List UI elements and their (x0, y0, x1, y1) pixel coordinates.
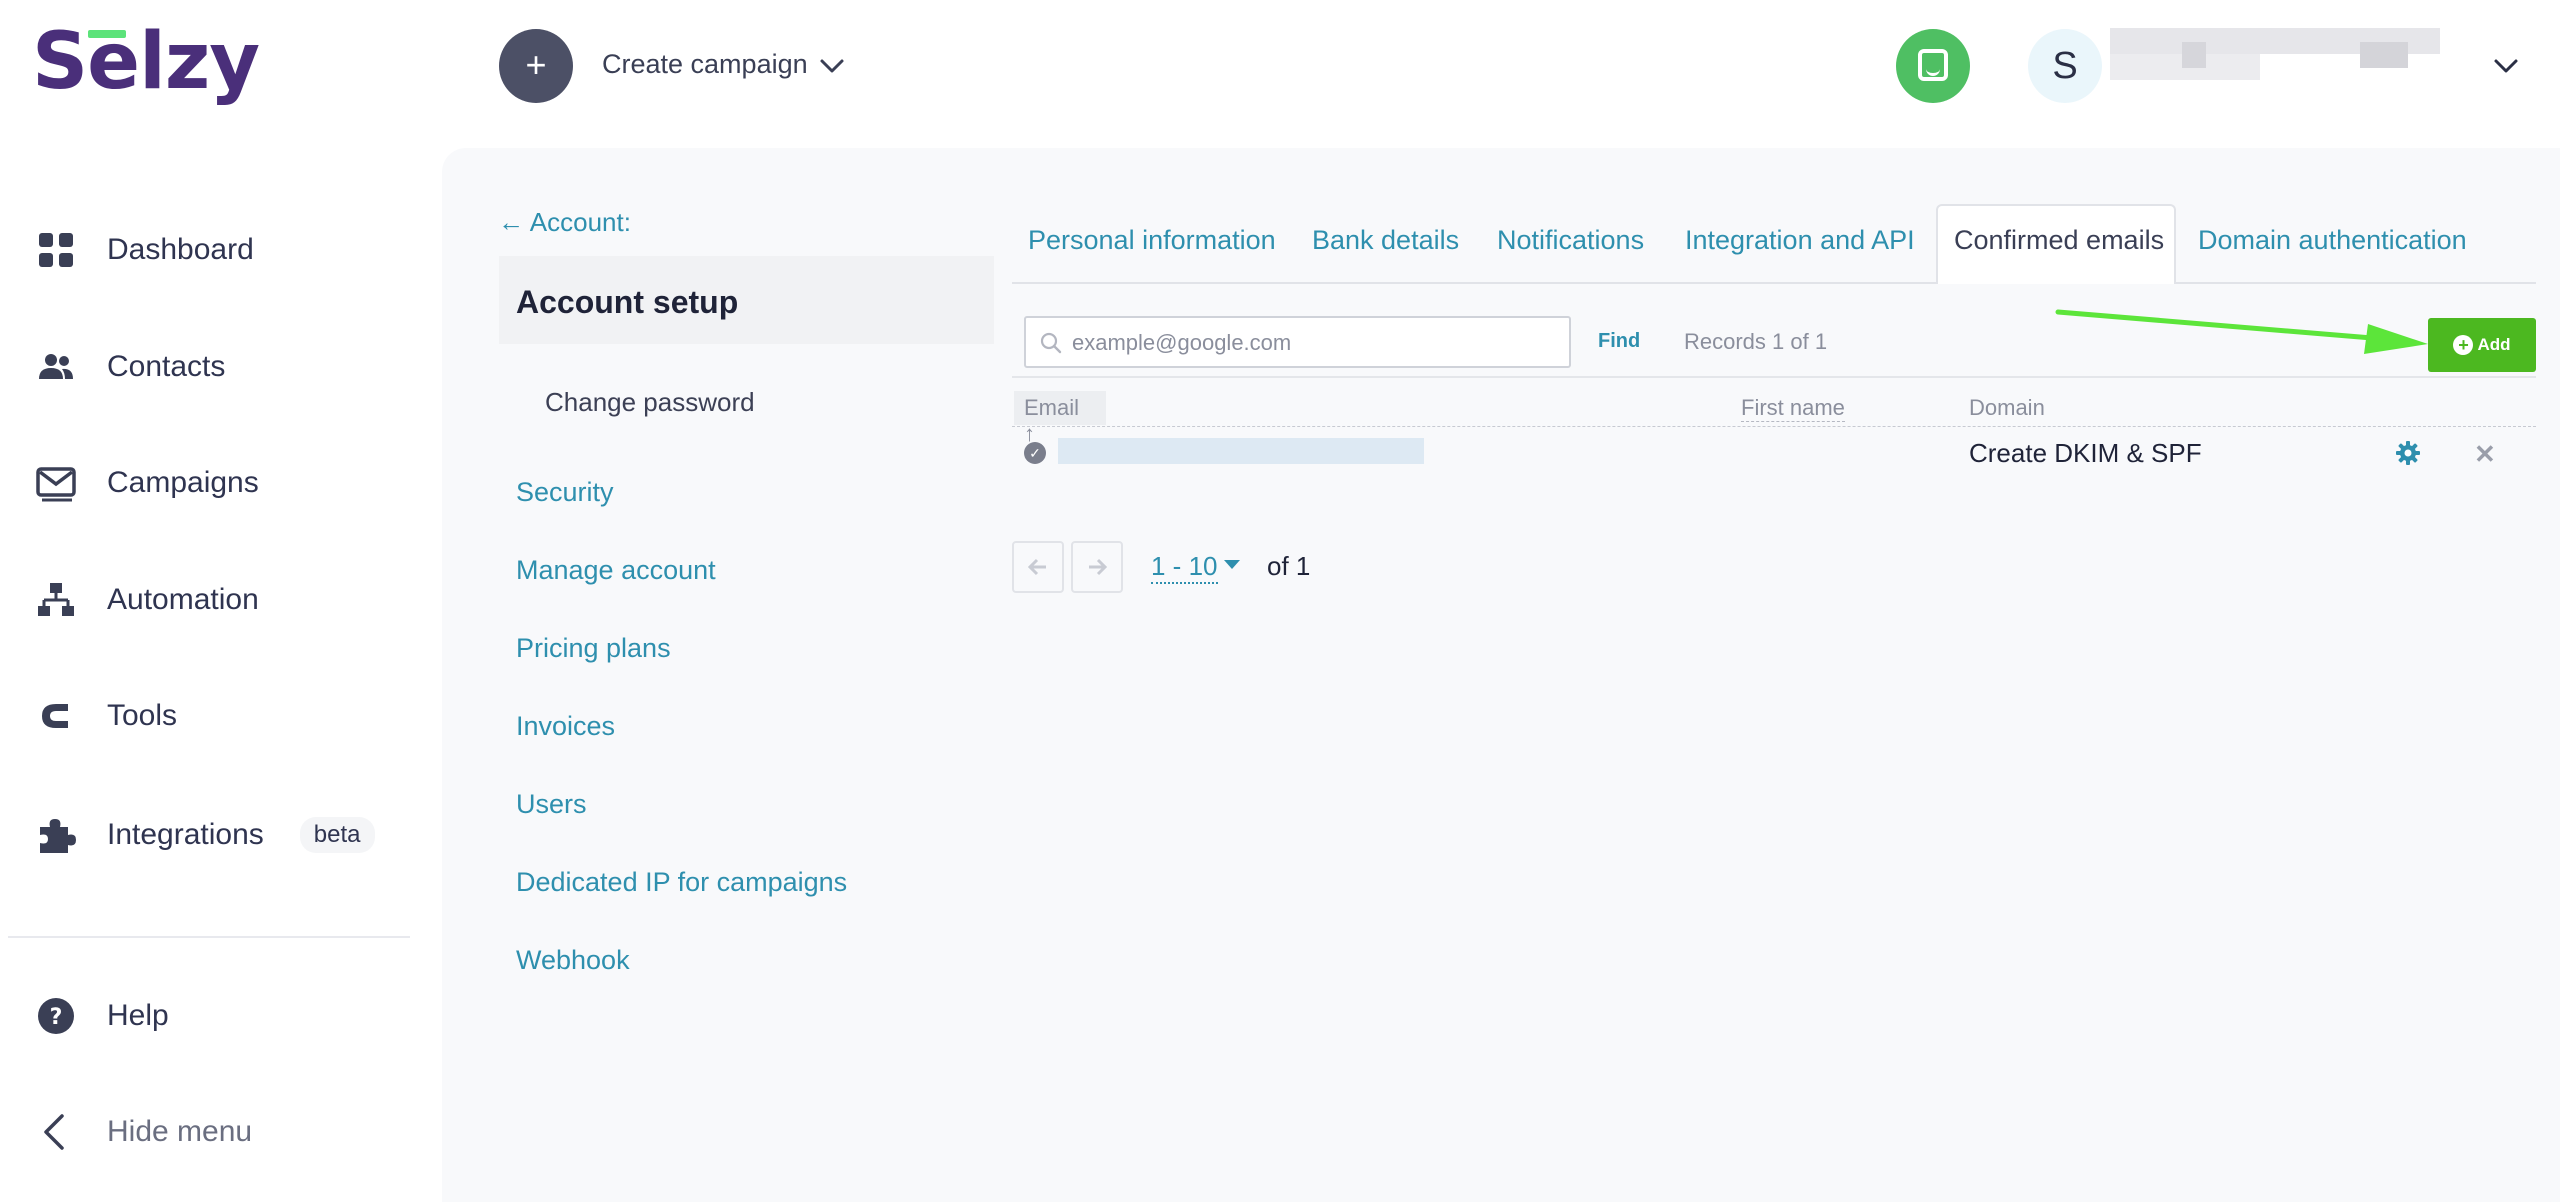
sidebar-item-label: Campaigns (107, 466, 259, 499)
column-header-email[interactable]: Email ↑ (1014, 391, 1106, 446)
sidebar-item-help[interactable]: ? Help (36, 986, 169, 1046)
plus-circle-icon: + (2453, 335, 2474, 355)
sidebar-item-label: Integrations (107, 818, 264, 851)
sidebar-item-label: Tools (107, 699, 178, 732)
account-menu-dedicated-ip[interactable]: Dedicated IP for campaigns (516, 867, 847, 898)
arrow-left-icon (1027, 558, 1046, 576)
sidebar-item-dashboard[interactable]: Dashboard (36, 220, 254, 280)
tab-bank-details[interactable]: Bank details (1312, 225, 1459, 256)
confirmed-check-icon: ✓ (1024, 442, 1046, 464)
prev-page-button[interactable] (1012, 541, 1064, 593)
account-menu-users[interactable]: Users (516, 789, 587, 820)
tab-confirmed-emails-label[interactable]: Confirmed emails (1954, 225, 2164, 256)
tab-domain-authentication[interactable]: Domain authentication (2198, 225, 2467, 256)
chevron-left-icon (44, 1114, 64, 1150)
back-to-account-link[interactable]: ← Account: (498, 207, 631, 238)
sidebar-item-label: Help (107, 999, 169, 1032)
people-icon (39, 354, 73, 379)
arrow-right-icon (1089, 558, 1108, 576)
selzy-logo[interactable]: Selzy (32, 22, 260, 102)
beta-badge: beta (299, 817, 375, 853)
user-name-redacted[interactable] (2110, 22, 2480, 94)
table-header-divider (1012, 426, 2536, 427)
search-icon (1040, 332, 1062, 354)
gear-icon[interactable] (2395, 440, 2421, 466)
account-menu-pricing-plans[interactable]: Pricing plans (516, 633, 671, 664)
hide-menu-button[interactable]: Hide menu (36, 1102, 252, 1162)
column-header-first-name[interactable]: First name (1741, 395, 1845, 422)
annotation-arrow (2055, 309, 2428, 354)
envelope-icon (36, 467, 76, 502)
toolbar-divider (1012, 376, 2536, 378)
help-icon: ? (38, 998, 74, 1034)
hide-menu-label: Hide menu (107, 1115, 253, 1148)
chat-button[interactable] (1896, 29, 1970, 103)
tab-personal-information[interactable]: Personal information (1028, 225, 1276, 256)
sidebar-item-automation[interactable]: Automation (36, 570, 259, 630)
caret-down-icon[interactable] (1224, 560, 1240, 569)
change-password-link[interactable]: Change password (545, 387, 755, 418)
flowchart-icon (38, 583, 74, 616)
account-setup-title: Account setup (516, 284, 739, 320)
sidebar-item-campaigns[interactable]: Campaigns (36, 453, 259, 513)
magnet-icon (42, 704, 68, 728)
account-menu-webhook[interactable]: Webhook (516, 945, 630, 976)
tabs-underline (1012, 282, 2536, 284)
sidebar-item-label: Automation (107, 583, 259, 616)
close-icon[interactable]: ✕ (2474, 441, 2496, 467)
chat-icon (1918, 49, 1948, 81)
user-avatar[interactable]: S (2028, 29, 2102, 103)
account-menu-manage-account[interactable]: Manage account (516, 555, 716, 586)
account-menu-security[interactable]: Security (516, 477, 614, 508)
sidebar-item-label: Contacts (107, 350, 226, 383)
app-root: Selzy + Create campaign S Dashboard Cont… (0, 0, 2560, 1202)
svg-text:?: ? (50, 1005, 63, 1030)
create-dkim-spf-link[interactable]: Create DKIM & SPF (1969, 438, 2202, 469)
create-campaign-plus-button[interactable]: + (499, 29, 573, 103)
add-button-label: Add (2477, 335, 2511, 354)
add-email-button[interactable]: + Add (2428, 318, 2536, 372)
email-search-field[interactable] (1024, 316, 1571, 368)
page-total: of 1 (1267, 551, 1311, 581)
grid-icon (39, 233, 73, 267)
account-menu-invoices[interactable]: Invoices (516, 711, 615, 742)
chevron-down-icon[interactable] (818, 52, 846, 80)
page-size-select[interactable]: 1 - 10 (1151, 551, 1218, 584)
records-count: Records 1 of 1 (1684, 329, 1828, 354)
tab-notifications[interactable]: Notifications (1497, 225, 1644, 256)
find-button[interactable]: Find (1598, 330, 1640, 353)
sidebar-item-tools[interactable]: Tools (36, 686, 177, 746)
sidebar-item-label: Dashboard (107, 233, 254, 266)
tab-integration-and-api[interactable]: Integration and API (1685, 225, 1915, 256)
sidebar-item-integrations[interactable]: Integrations beta (36, 805, 375, 865)
email-search-input[interactable] (1072, 326, 1552, 360)
create-campaign-label[interactable]: Create campaign (602, 49, 808, 80)
next-page-button[interactable] (1071, 541, 1123, 593)
puzzle-icon (40, 819, 76, 853)
chevron-down-icon[interactable] (2492, 52, 2520, 80)
column-header-domain: Domain (1969, 395, 2045, 420)
logo-accent-bar (88, 30, 126, 38)
sidebar-item-contacts[interactable]: Contacts (36, 337, 225, 397)
row-email-redacted (1058, 438, 1424, 464)
sidebar-divider (8, 936, 410, 938)
